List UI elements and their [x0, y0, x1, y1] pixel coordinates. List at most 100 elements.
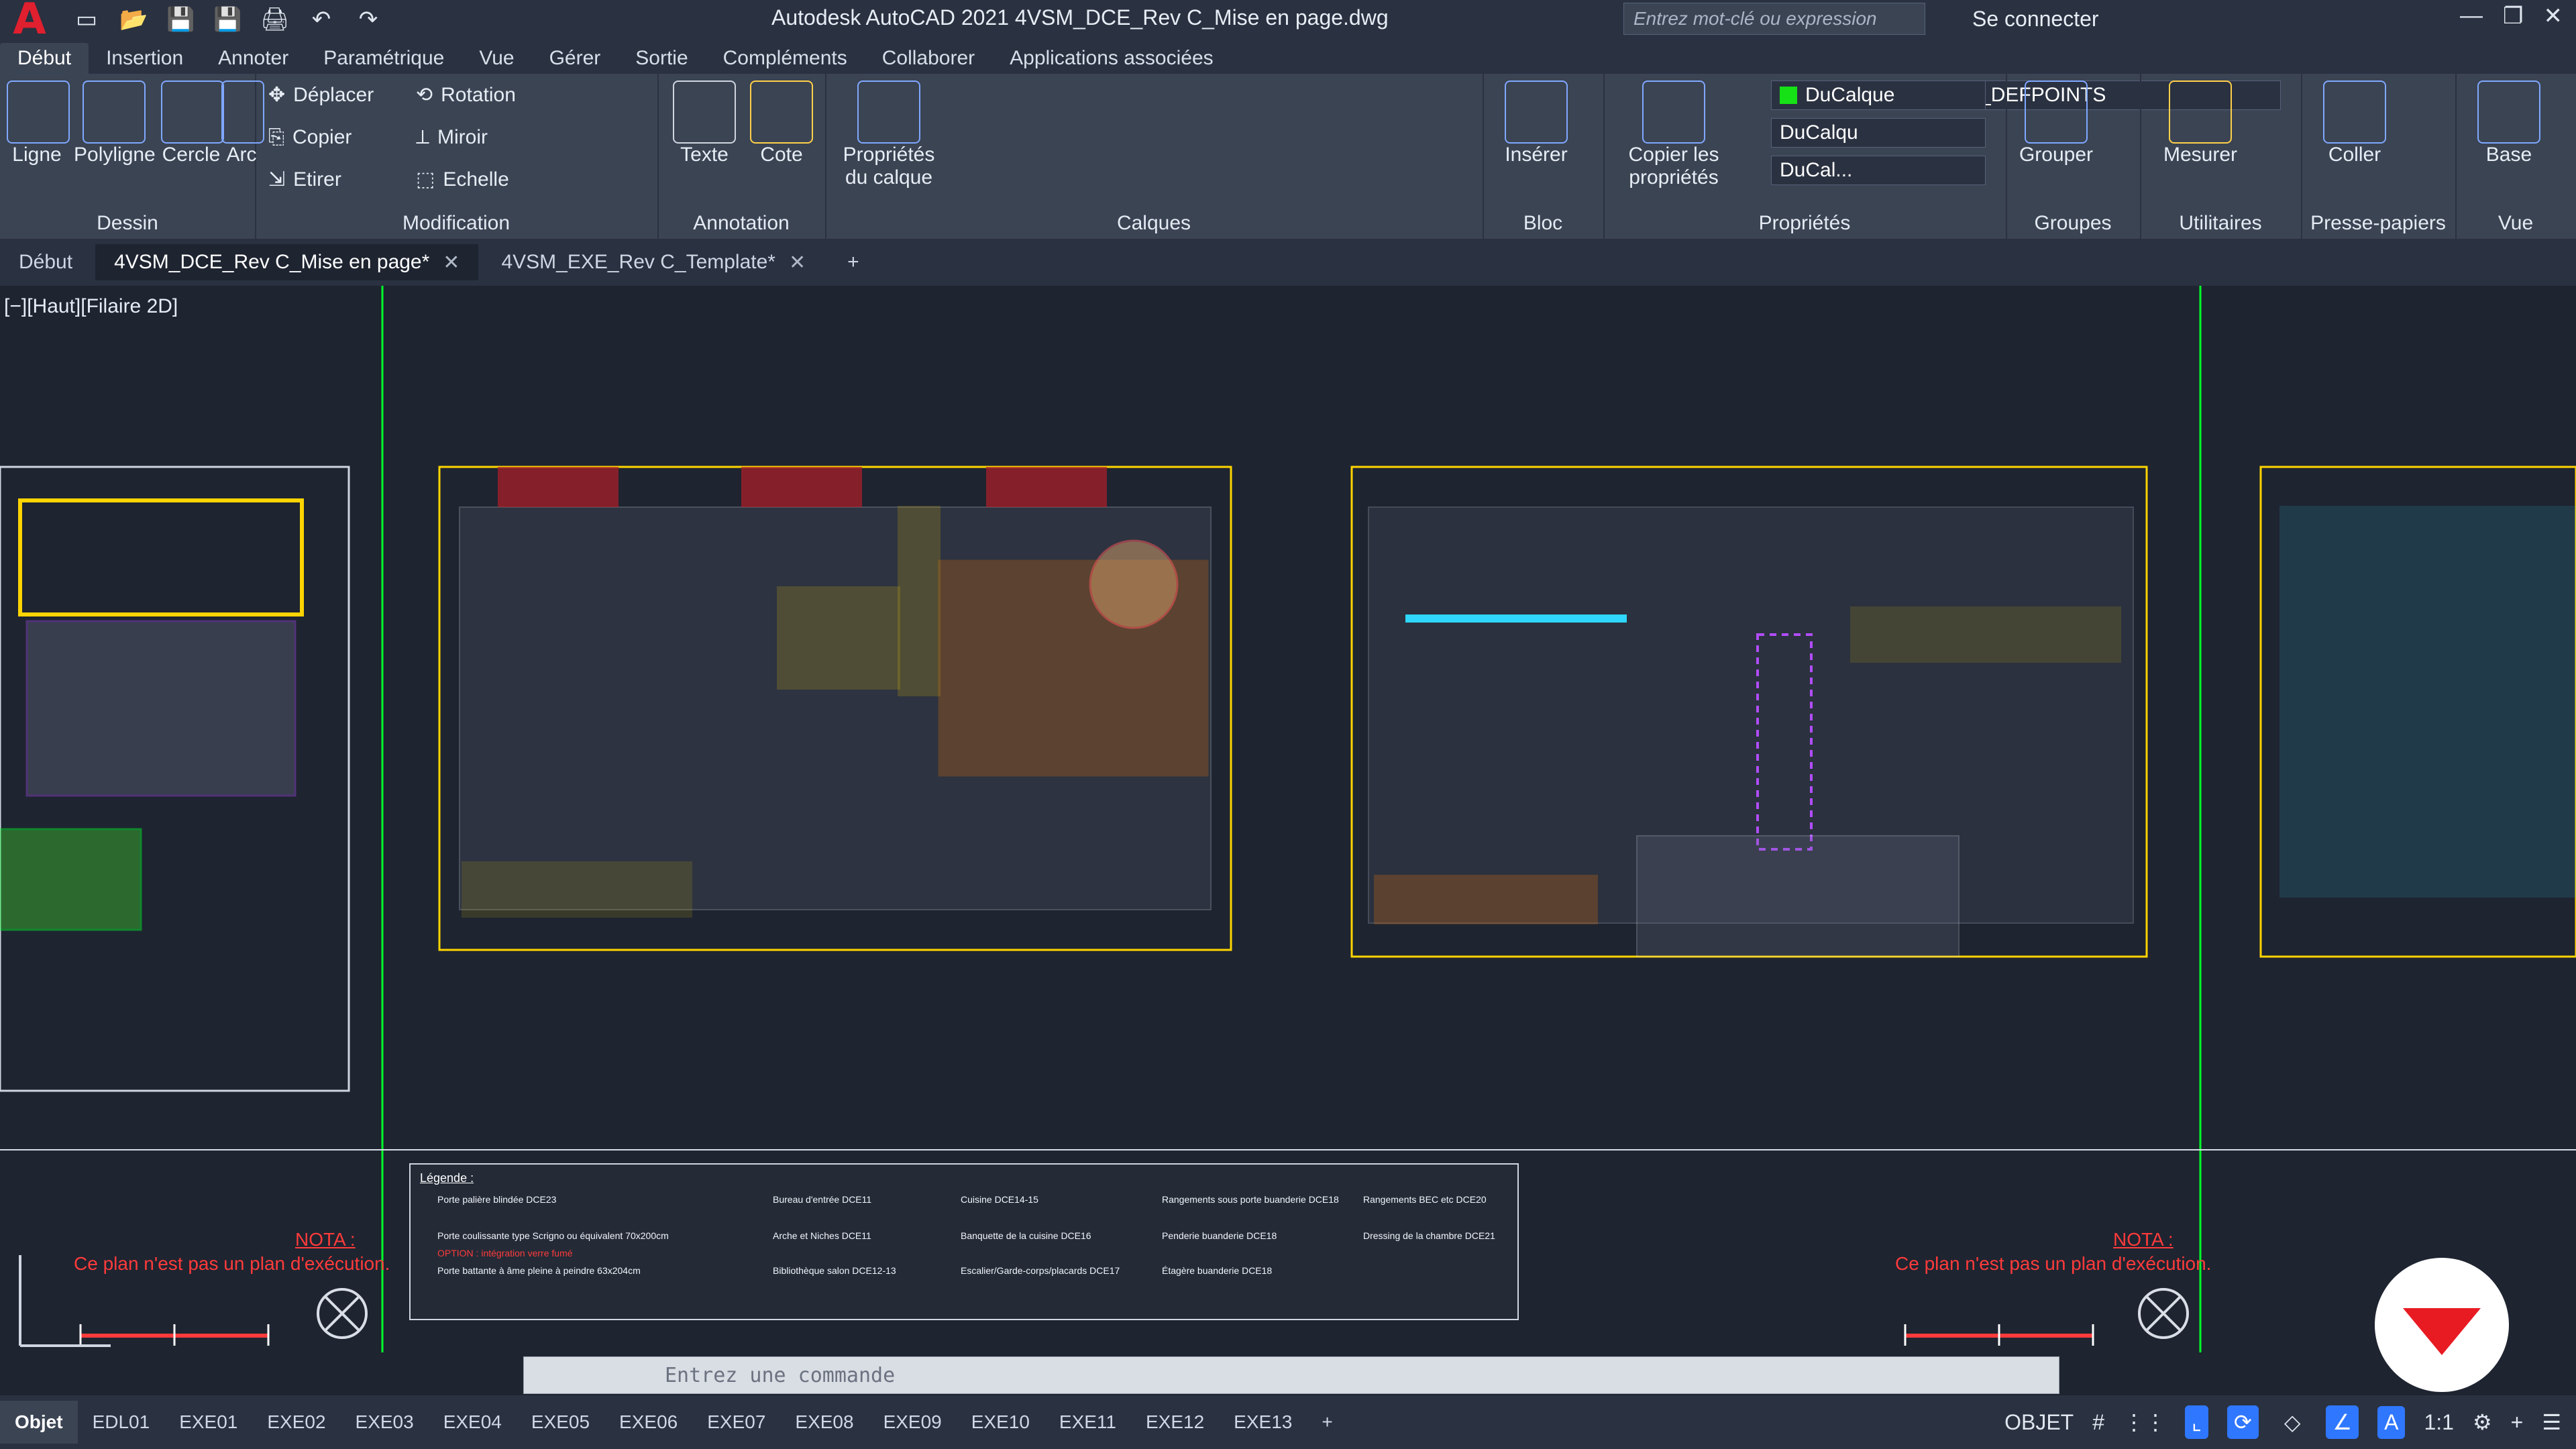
line-tool[interactable]: Ligne [7, 80, 70, 166]
window-controls: — ❐ ✕ [2460, 3, 2563, 30]
base-tool[interactable]: Base [2469, 80, 2549, 166]
scale-bar [1904, 1324, 2094, 1346]
layout-tab-exe12[interactable]: EXE12 [1131, 1401, 1219, 1444]
panel-title-groupes[interactable]: Groupes [2006, 212, 2140, 235]
layout-tab-exe11[interactable]: EXE11 [1044, 1401, 1131, 1444]
undo-icon[interactable]: ↶ [307, 6, 335, 33]
tab-collaborer[interactable]: Collaborer [865, 43, 992, 74]
doc-tab-debut[interactable]: Début [0, 244, 91, 280]
ortho-toggle[interactable]: ⌞ [2185, 1405, 2208, 1439]
doc-tab-template[interactable]: 4VSM_EXE_Rev C_Template* ✕ [482, 244, 824, 280]
polar-toggle[interactable]: ⟳ [2227, 1405, 2259, 1439]
furniture-zone [777, 586, 900, 690]
print-icon[interactable]: 🖨 [260, 6, 289, 33]
menu-icon[interactable]: ☰ [2542, 1409, 2561, 1435]
signin-link[interactable]: Se connecter [1972, 7, 2099, 32]
layout-tab-exe10[interactable]: EXE10 [957, 1401, 1044, 1444]
layout-tab-edl01[interactable]: EDL01 [78, 1401, 165, 1444]
panel-title-modification[interactable]: Modification [255, 212, 657, 235]
doc-tab-mise-en-page[interactable]: 4VSM_DCE_Rev C_Mise en page* ✕ [95, 244, 479, 280]
legend-item: Cuisine DCE14-15 [961, 1194, 1038, 1205]
search-input[interactable]: Entrez mot-clé ou expression [1623, 3, 1925, 35]
legend-item: Rangements sous porte buanderie DCE18 [1162, 1194, 1339, 1205]
tab-debut[interactable]: Début [0, 43, 89, 74]
tab-applications[interactable]: Applications associées [992, 43, 1231, 74]
tab-parametrique[interactable]: Paramétrique [306, 43, 462, 74]
close-icon[interactable]: ✕ [2544, 3, 2563, 30]
layout-tab-objet[interactable]: Objet [0, 1401, 78, 1444]
brand-logo-icon [2403, 1308, 2481, 1355]
annotation-scale[interactable]: 1:1 [2424, 1410, 2453, 1435]
dimension-tool[interactable]: Cote [745, 80, 818, 166]
layout-tab-exe04[interactable]: EXE04 [429, 1401, 517, 1444]
tab-insertion[interactable]: Insertion [89, 43, 201, 74]
tab-sortie[interactable]: Sortie [618, 43, 705, 74]
layout-tab-exe09[interactable]: EXE09 [869, 1401, 957, 1444]
panel-title-bloc[interactable]: Bloc [1483, 212, 1603, 235]
layout-tab-exe03[interactable]: EXE03 [341, 1401, 429, 1444]
settings-icon[interactable]: ⚙ [2473, 1409, 2492, 1435]
insert-tool[interactable]: Insérer [1496, 80, 1576, 166]
layout-tab-exe01[interactable]: EXE01 [164, 1401, 252, 1444]
group-tool[interactable]: Grouper [2016, 80, 2096, 166]
mirror-tool[interactable]: ⟂ Miroir [416, 126, 488, 149]
measure-tool[interactable]: Mesurer [2153, 80, 2247, 166]
layout-tab-exe13[interactable]: EXE13 [1219, 1401, 1307, 1444]
layout-tab-exe02[interactable]: EXE02 [252, 1401, 340, 1444]
scale-tool[interactable]: ⬚ Echelle [416, 168, 509, 191]
add-layout-button[interactable]: + [1307, 1401, 1347, 1444]
panel-title-presse[interactable]: Presse-papiers [2301, 212, 2455, 235]
cyan-wall [1405, 614, 1627, 623]
grid-icon[interactable]: # [2092, 1410, 2104, 1435]
move-tool[interactable]: ✥ Déplacer [268, 83, 374, 107]
osnap-toggle[interactable]: ◇ [2277, 1405, 2308, 1439]
rotate-tool[interactable]: ⟲ Rotation [416, 83, 516, 107]
lineweight-dropdown[interactable]: DuCal... [1771, 156, 1986, 185]
panel-title-proprietes[interactable]: Propriétés [1603, 212, 2006, 235]
layer-properties-tool[interactable]: Propriétés du calque [839, 80, 939, 189]
paste-tool[interactable]: Coller [2314, 80, 2395, 166]
new-file-icon[interactable]: ▭ [72, 6, 101, 33]
polyline-tool[interactable]: Polyligne [74, 80, 156, 166]
mirror-icon: ⟂ [416, 126, 430, 148]
save-icon[interactable]: 💾 [166, 6, 195, 33]
text-tool[interactable]: Texte [667, 80, 741, 166]
restore-icon[interactable]: ❐ [2503, 3, 2523, 30]
circle-tool[interactable]: Cercle [161, 80, 224, 166]
tab-vue[interactable]: Vue [462, 43, 531, 74]
layout-tab-exe08[interactable]: EXE08 [780, 1401, 868, 1444]
redo-icon[interactable]: ↷ [354, 6, 382, 33]
minimize-icon[interactable]: — [2460, 3, 2483, 30]
linetype-dropdown[interactable]: DuCalqu [1771, 118, 1986, 148]
layout-tab-exe05[interactable]: EXE05 [517, 1401, 604, 1444]
close-tab-icon[interactable]: ✕ [789, 251, 806, 274]
tab-annoter[interactable]: Annoter [201, 43, 306, 74]
panel-title-annotation[interactable]: Annotation [657, 212, 825, 235]
command-input[interactable]: Entrez une commande [523, 1356, 2059, 1394]
tab-gerer[interactable]: Gérer [532, 43, 619, 74]
layout-tab-exe06[interactable]: EXE06 [604, 1401, 692, 1444]
panel-title-calques[interactable]: Calques [825, 212, 1483, 235]
legend-item: OPTION : intégration verre fumé [437, 1248, 573, 1258]
autocad-logo-icon[interactable]: A [0, 0, 59, 44]
snap-icon[interactable]: ⋮⋮ [2123, 1409, 2166, 1435]
otrack-toggle[interactable]: ∠ [2326, 1405, 2359, 1439]
layout-tab-exe07[interactable]: EXE07 [692, 1401, 780, 1444]
panel-title-dessin[interactable]: Dessin [0, 212, 255, 235]
stretch-tool[interactable]: ⇲ Etirer [268, 168, 341, 191]
nota-title-right: NOTA : [2113, 1229, 2174, 1250]
copy-tool[interactable]: ⎘ Copier [268, 126, 352, 149]
panel-title-utilitaires[interactable]: Utilitaires [2140, 212, 2301, 235]
panel-title-vue[interactable]: Vue [2455, 212, 2576, 235]
annotation-visibility-toggle[interactable]: A [2377, 1405, 2406, 1439]
close-tab-icon[interactable]: ✕ [443, 251, 460, 274]
tab-complements[interactable]: Compléments [706, 43, 865, 74]
color-dropdown[interactable]: DuCalque [1771, 80, 1986, 110]
open-folder-icon[interactable]: 📂 [119, 6, 148, 33]
new-tab-button[interactable]: + [828, 244, 878, 280]
drawing-canvas[interactable]: [−][Haut][Filaire 2D] NOTA: Ce plan n'e… [0, 286, 2576, 1352]
model-space-toggle[interactable]: OBJET [2004, 1410, 2074, 1435]
match-properties-tool[interactable]: Copier les propriétés [1617, 80, 1731, 189]
add-icon[interactable]: + [2511, 1410, 2524, 1435]
save-as-icon[interactable]: 💾 [213, 6, 241, 33]
